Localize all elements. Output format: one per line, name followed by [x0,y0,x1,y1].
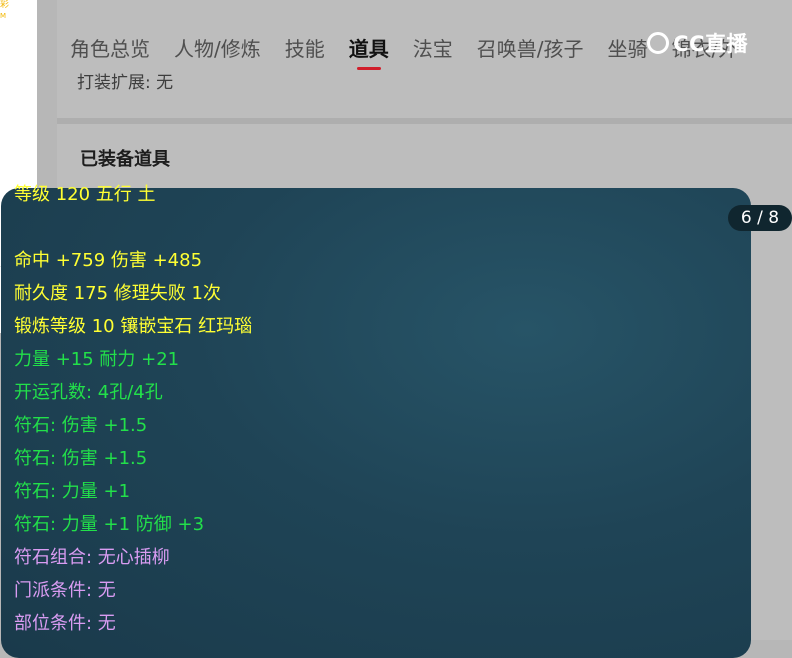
active-tab-underline [356,67,381,70]
chevron-icon: ˇ [773,0,782,11]
section-title: 已装备道具 [80,149,170,170]
stream-watermark: CC直播 [647,28,748,58]
tab-5[interactable]: 召唤兽/孩子 [477,34,584,64]
tab-label: 召唤兽/孩子 [476,37,584,61]
tab-4[interactable]: 法宝 [413,34,453,64]
item-attribute-line: 门派条件: 无 [14,580,116,601]
item-attribute-line: 符石: 伤害 +1.5 [14,448,148,469]
item-attribute-line [14,211,664,244]
tab-0[interactable]: 角色总览 [70,34,150,64]
item-attribute-line: 耐久度 175 修理失败 1次 [14,283,221,304]
tab-1[interactable]: 人物/修炼 [174,34,261,64]
truncated-text: 打装扩展: 无 [77,73,174,93]
tab-label: 道具 [348,37,389,61]
item-attribute-line: 命中 +759 伤害 +485 [14,250,203,271]
item-attributes: 等级 120 五行 土命中 +759 伤害 +485 耐久度 175 修理失败 1… [14,184,664,640]
tab-label: 角色总览 [70,37,150,61]
item-attribute-line: 符石: 伤害 +1.5 [14,415,148,436]
header-area: 角色总览 人物/修炼 技能 道具 法宝 召唤兽/孩子 坐骑 锦衣/外 打装扩展: 无 CC直播… [57,0,792,118]
item-attribute-line: 符石: 力量 +1 防御 +3 [14,514,205,535]
item-attribute-line: 力量 +15 耐力 +21 [14,349,180,370]
tab-6[interactable]: 坐骑 [608,34,648,64]
item-attribute-line: 锻炼等级 10 镶嵌宝石 红玛瑙 [14,316,253,337]
item-attribute-line: 等级 120 五行 土 [14,184,156,205]
logo-fragment: 彩 [0,0,10,10]
item-attribute-line: 部位条件: 无 [14,613,116,634]
tab-label: 坐骑 [607,37,648,61]
tab-2[interactable]: 技能 [285,34,325,64]
watermark-text: CC直播 [673,32,748,56]
section-separator [57,118,792,124]
tab-3[interactable]: 道具 [348,34,389,70]
page-indicator: 6 / 8 [728,205,792,231]
item-attribute-line: 符石组合: 无心插柳 [14,547,170,568]
tab-label: 法宝 [412,37,453,61]
tab-label: 技能 [284,37,325,61]
item-attribute-line: 开运孔数: 4孔/4孔 [14,382,163,403]
cc-logo-icon [647,32,670,54]
tab-label: 人物/修炼 [174,37,261,61]
item-attribute-line: 符石: 力量 +1 [14,481,131,502]
logo-fragment-small: M [0,12,7,20]
